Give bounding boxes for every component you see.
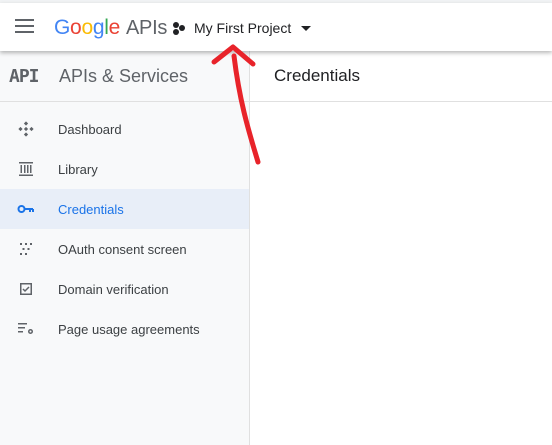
caret-down-icon	[301, 25, 312, 31]
sidebar-item-label: OAuth consent screen	[58, 241, 187, 257]
sidebar-item-credentials[interactable]: Credentials	[0, 189, 249, 229]
key-icon	[17, 200, 35, 218]
sidebar-item-page-usage-agreements[interactable]: Page usage agreements	[0, 309, 249, 349]
library-icon	[17, 160, 35, 178]
hamburger-menu-icon[interactable]	[15, 17, 35, 35]
oauth-consent-icon	[17, 240, 35, 258]
dashboard-icon	[17, 120, 35, 138]
sidebar-item-label: Library	[58, 161, 98, 177]
project-dots-icon	[172, 21, 186, 35]
sidebar-title: APIs & Services	[59, 65, 189, 86]
sidebar: API APIs & Services Dashboard Library Cr…	[0, 51, 250, 445]
checkbox-icon	[17, 280, 35, 298]
sidebar-item-dashboard[interactable]: Dashboard	[0, 109, 249, 149]
google-logo-letter: g	[92, 16, 105, 39]
google-logo-letter: o	[81, 16, 93, 39]
google-logo-letter: o	[70, 16, 82, 39]
google-logo-letter: G	[54, 16, 71, 39]
sidebar-item-label: Credentials	[58, 201, 124, 217]
project-selector[interactable]: My First Project	[172, 15, 312, 41]
sidebar-item-domain-verification[interactable]: Domain verification	[0, 269, 249, 309]
main-header: Credentials	[250, 51, 552, 102]
google-apis-logo[interactable]: Google APIs	[54, 16, 167, 40]
page-title: Credentials	[274, 66, 360, 85]
google-wordmark: Google	[54, 16, 120, 39]
api-badge: API	[9, 65, 40, 87]
top-app-bar: Google APIs My First Project	[0, 3, 552, 51]
sidebar-item-label: Dashboard	[58, 121, 122, 137]
google-logo-letter: e	[108, 16, 121, 39]
apis-wordmark: APIs	[125, 17, 168, 39]
settings-list-icon	[17, 320, 35, 338]
sidebar-header: API APIs & Services	[0, 51, 249, 102]
sidebar-item-library[interactable]: Library	[0, 149, 249, 189]
sidebar-item-label: Page usage agreements	[58, 321, 200, 337]
project-name: My First Project	[194, 20, 292, 36]
sidebar-nav: Dashboard Library Credentials OAuth cons…	[0, 102, 249, 349]
sidebar-item-label: Domain verification	[58, 281, 169, 297]
sidebar-item-oauth-consent[interactable]: OAuth consent screen	[0, 229, 249, 269]
